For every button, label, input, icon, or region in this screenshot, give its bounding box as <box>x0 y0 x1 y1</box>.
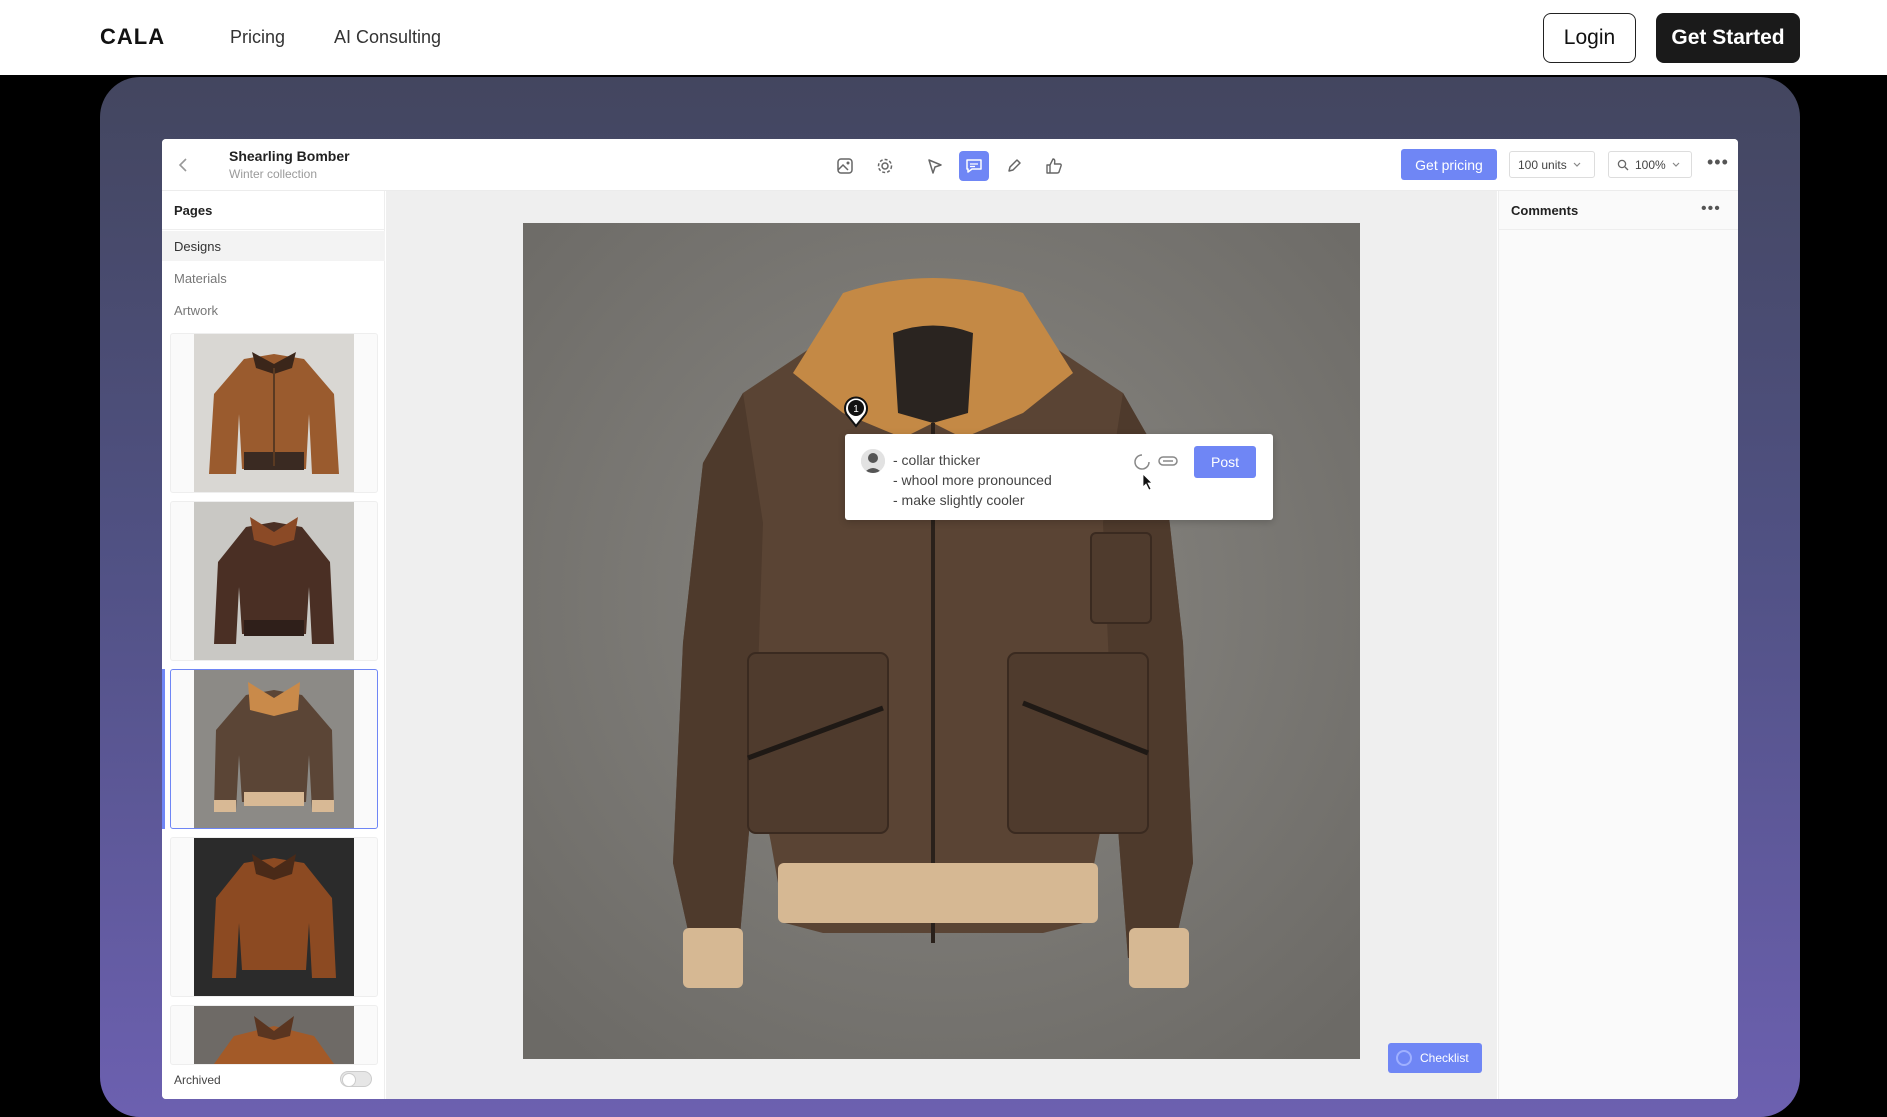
divider <box>1499 229 1738 230</box>
design-thumbnail[interactable] <box>170 333 378 493</box>
design-subtitle: Winter collection <box>229 167 318 181</box>
comment-text-line[interactable]: - collar thicker <box>893 452 980 468</box>
settings-icon[interactable] <box>870 151 900 181</box>
design-thumbnail-selected[interactable] <box>170 669 378 829</box>
zoom-select[interactable]: 100% <box>1608 151 1692 178</box>
design-canvas[interactable]: 1 - collar thicker - whool more pronounc… <box>386 191 1497 1099</box>
design-thumbnail[interactable] <box>170 837 378 997</box>
pencil-icon[interactable] <box>999 151 1029 181</box>
image-icon[interactable] <box>830 151 860 181</box>
get-started-button[interactable]: Get Started <box>1656 13 1800 63</box>
comment-text-line[interactable]: - whool more pronounced <box>893 472 1052 488</box>
select-arrow-icon[interactable] <box>920 151 950 181</box>
comment-icon[interactable] <box>959 151 989 181</box>
sidebar-item-materials[interactable]: Materials <box>162 263 385 293</box>
selected-indicator <box>162 669 165 829</box>
login-button[interactable]: Login <box>1543 13 1636 63</box>
pages-header: Pages <box>174 203 213 218</box>
nav-link-pricing[interactable]: Pricing <box>230 27 285 48</box>
more-options-icon[interactable]: ••• <box>1701 200 1721 218</box>
nav-link-ai-consulting[interactable]: AI Consulting <box>334 27 441 48</box>
progress-circle-icon <box>1396 1050 1412 1066</box>
checklist-button[interactable]: Checklist <box>1388 1043 1482 1073</box>
design-title: Shearling Bomber <box>229 148 350 164</box>
comment-popover: - collar thicker - whool more pronounced… <box>845 434 1273 520</box>
search-icon <box>1617 159 1629 170</box>
chevron-down-icon <box>1672 162 1680 167</box>
jacket-artwork-image: 1 - collar thicker - whool more pronounc… <box>523 223 1360 1059</box>
divider <box>162 229 385 230</box>
loading-icon <box>1134 454 1150 470</box>
more-options-icon[interactable]: ••• <box>1707 152 1729 173</box>
units-value: 100 units <box>1518 157 1567 172</box>
comment-pin-icon[interactable]: 1 <box>843 396 869 428</box>
archived-label: Archived <box>174 1073 221 1087</box>
pin-number: 1 <box>853 404 859 415</box>
thumbs-up-icon[interactable] <box>1039 151 1069 181</box>
comment-text-line[interactable]: - make slightly cooler <box>893 492 1025 508</box>
avatar <box>861 449 885 473</box>
sidebar-item-designs[interactable]: Designs <box>162 231 385 261</box>
jacket-thumbnail-image <box>194 1006 354 1064</box>
get-pricing-button[interactable]: Get pricing <box>1401 149 1497 180</box>
comments-header: Comments <box>1511 203 1579 218</box>
chevron-down-icon <box>1573 162 1581 167</box>
checklist-label: Checklist <box>1420 1051 1469 1065</box>
pages-sidebar: Pages Designs Materials Artwork Archived <box>162 191 385 1099</box>
jacket-thumbnail-image <box>194 838 354 996</box>
zoom-value: 100% <box>1635 157 1666 172</box>
jacket-thumbnail-image <box>194 334 354 492</box>
mouse-cursor-icon <box>1142 473 1153 491</box>
back-icon[interactable] <box>172 153 196 177</box>
archived-toggle[interactable] <box>340 1071 372 1087</box>
brand-logo[interactable]: CALA <box>100 24 165 50</box>
comments-panel: Comments ••• <box>1498 191 1738 1099</box>
design-thumbnail[interactable] <box>170 501 378 661</box>
post-button[interactable]: Post <box>1194 446 1256 478</box>
design-thumbnail[interactable] <box>170 1005 378 1065</box>
jacket-thumbnail-image <box>194 670 354 828</box>
site-header: CALA Pricing AI Consulting Login Get Sta… <box>0 0 1887 75</box>
sidebar-item-artwork[interactable]: Artwork <box>162 295 385 325</box>
attachment-icon[interactable] <box>1158 454 1178 468</box>
jacket-thumbnail-image <box>194 502 354 660</box>
app-toolbar: Shearling Bomber Winter collection Get p… <box>162 139 1738 191</box>
app-window: Shearling Bomber Winter collection Get p… <box>162 139 1738 1099</box>
units-select[interactable]: 100 units <box>1509 151 1595 178</box>
